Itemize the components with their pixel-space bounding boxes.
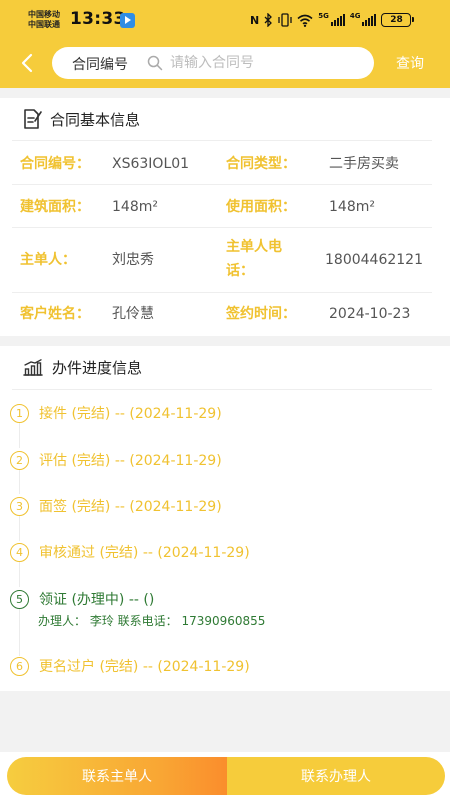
contract-document-icon (24, 109, 42, 129)
timeline-connector (19, 562, 20, 587)
timeline-connector (19, 470, 20, 494)
sign-date-value: 2024-10-23 (329, 306, 411, 322)
progress-chart-icon (23, 358, 43, 376)
progress-step: 2 评估 (完结) -- (2024-11-29) (10, 450, 222, 470)
carrier-1: 中国移动 (28, 10, 60, 19)
signal-2-label: 4G (349, 12, 361, 20)
contract-no-label: 合同编号： (20, 156, 90, 172)
step-number: 1 (10, 403, 29, 423)
contract-type-label: 合同类型： (226, 156, 296, 172)
step-text: 面签 (完结) -- (2024-11-29) (39, 499, 222, 515)
timeline-connector (19, 423, 20, 448)
nfc-icon: N (250, 13, 260, 27)
step-number: 6 (10, 656, 29, 676)
owner-phone-label-2: 话： (226, 263, 254, 279)
handler-contact-info: 办理人： 李玲 联系电话： 17390960855 (38, 614, 266, 628)
usable-area-label: 使用面积： (226, 199, 296, 215)
progress-step: 3 面签 (完结) -- (2024-11-29) (10, 496, 222, 516)
system-icons: N 5G 4G 28 (250, 12, 415, 28)
owner-label: 主单人： (20, 252, 76, 268)
progress-step: 6 更名过户 (完结) -- (2024-11-29) (10, 656, 250, 676)
wifi-icon (297, 14, 313, 27)
step-number: 4 (10, 542, 29, 562)
contract-info-card: 合同基本信息 合同编号： XS63IOL01 合同类型： 二手房买卖 建筑面积：… (0, 98, 450, 336)
battery-level: 28 (390, 15, 403, 25)
divider (12, 140, 432, 141)
customer-name-label: 客户姓名： (20, 306, 90, 322)
usable-area-value: 148m² (329, 199, 375, 215)
chevron-left-icon (21, 53, 33, 73)
step-text: 评估 (完结) -- (2024-11-29) (39, 453, 222, 469)
bottom-action-bar: 联系主单人 联系办理人 (0, 752, 450, 800)
step-number: 3 (10, 496, 29, 516)
status-bar: 中国移动 中国联通 13:33 N 5G 4G 28 (0, 0, 450, 40)
notification-app-icon (120, 13, 135, 28)
search-bar[interactable]: 合同编号 (52, 47, 374, 79)
battery-icon: 28 (381, 13, 415, 27)
search-type-label[interactable]: 合同编号 (72, 54, 128, 74)
owner-phone-value[interactable]: 18004462121 (325, 250, 423, 270)
owner-phone-label: 主单人电 (226, 239, 282, 255)
timeline-connector (19, 609, 20, 656)
progress-title: 办件进度信息 (52, 359, 143, 377)
progress-step: 4 审核通过 (完结) -- (2024-11-29) (10, 542, 250, 562)
top-bar: 合同编号 查询 (0, 40, 450, 88)
carrier-names: 中国移动 中国联通 (28, 10, 60, 30)
progress-step-active: 5 领证 (办理中) -- () (10, 589, 154, 609)
back-button[interactable] (16, 50, 40, 76)
contract-info-title: 合同基本信息 (50, 110, 141, 129)
step-number: 2 (10, 450, 29, 470)
search-input[interactable] (170, 52, 360, 74)
step-text: 审核通过 (完结) -- (2024-11-29) (39, 545, 250, 561)
query-button[interactable]: 查询 (396, 53, 424, 73)
carrier-2: 中国联通 (28, 20, 60, 29)
owner-value: 刘忠秀 (112, 252, 154, 268)
customer-name-value: 孔伶慧 (112, 306, 154, 322)
divider (12, 292, 432, 293)
progress-step: 1 接件 (完结) -- (2024-11-29) (10, 403, 222, 423)
building-area-value: 148m² (112, 199, 158, 215)
contract-type-value: 二手房买卖 (329, 156, 399, 172)
contract-no-value: XS63IOL01 (112, 156, 190, 172)
contact-handler-button[interactable]: 联系办理人 (227, 757, 445, 795)
step-text: 领证 (办理中) -- () (39, 592, 155, 608)
clock: 13:33 (70, 9, 126, 29)
step-text: 更名过户 (完结) -- (2024-11-29) (39, 659, 250, 675)
signal-1-label: 5G (318, 12, 329, 20)
timeline-connector (19, 516, 20, 541)
divider (12, 184, 432, 185)
sign-date-label: 签约时间： (226, 306, 296, 322)
building-area-label: 建筑面积： (20, 199, 90, 215)
bluetooth-icon (264, 13, 273, 27)
divider (12, 227, 432, 228)
step-text: 接件 (完结) -- (2024-11-29) (39, 406, 222, 422)
signal-2-icon (362, 14, 377, 26)
vibrate-icon (278, 13, 292, 27)
contact-owner-button[interactable]: 联系主单人 (7, 757, 227, 795)
signal-1-icon (330, 14, 345, 26)
divider (12, 389, 432, 390)
step-number: 5 (10, 589, 29, 609)
progress-card: 办件进度信息 (0, 346, 450, 691)
contract-info-header: 合同基本信息 (22, 108, 140, 130)
search-icon (147, 55, 163, 71)
progress-header: 办件进度信息 (22, 357, 142, 378)
